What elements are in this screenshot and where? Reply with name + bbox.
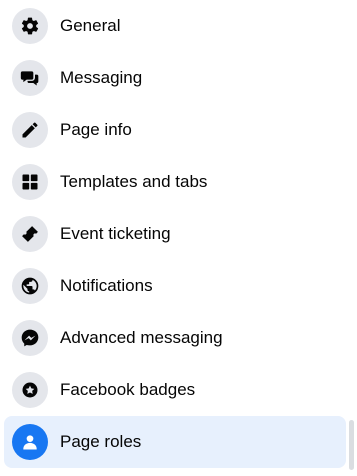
gear-icon <box>12 8 48 44</box>
menu-item-label: Messaging <box>60 68 143 87</box>
menu-item-label: Event ticketing <box>60 224 171 243</box>
menu-item-templates-and-tabs[interactable]: Templates and tabs <box>4 156 346 208</box>
menu-item-messaging[interactable]: Messaging <box>4 52 346 104</box>
settings-menu: General Messaging Page info Templates an… <box>0 0 346 476</box>
chat-bubbles-icon <box>12 60 48 96</box>
menu-item-notifications[interactable]: Notifications <box>4 260 346 312</box>
menu-item-general[interactable]: General <box>4 0 346 52</box>
menu-item-label: Facebook badges <box>60 380 196 399</box>
grid-icon <box>12 164 48 200</box>
menu-item-advanced-messaging[interactable]: Advanced messaging <box>4 312 346 364</box>
menu-item-page-roles[interactable]: Page roles <box>4 416 346 468</box>
menu-item-label: Notifications <box>60 276 153 295</box>
menu-item-event-ticketing[interactable]: Event ticketing <box>4 208 346 260</box>
scrollbar[interactable] <box>347 0 357 476</box>
menu-item-page-info[interactable]: Page info <box>4 104 346 156</box>
badge-star-icon <box>12 372 48 408</box>
globe-icon <box>12 268 48 304</box>
messenger-icon <box>12 320 48 356</box>
menu-item-label: Page info <box>60 120 132 139</box>
pencil-icon <box>12 112 48 148</box>
menu-item-label: General <box>60 16 121 35</box>
menu-item-facebook-badges[interactable]: Facebook badges <box>4 364 346 416</box>
menu-item-label: Advanced messaging <box>60 328 223 347</box>
scrollbar-thumb[interactable] <box>349 420 354 470</box>
menu-item-label: Templates and tabs <box>60 172 208 191</box>
ticket-icon <box>12 216 48 252</box>
person-icon <box>12 424 48 460</box>
menu-item-label: Page roles <box>60 432 142 451</box>
